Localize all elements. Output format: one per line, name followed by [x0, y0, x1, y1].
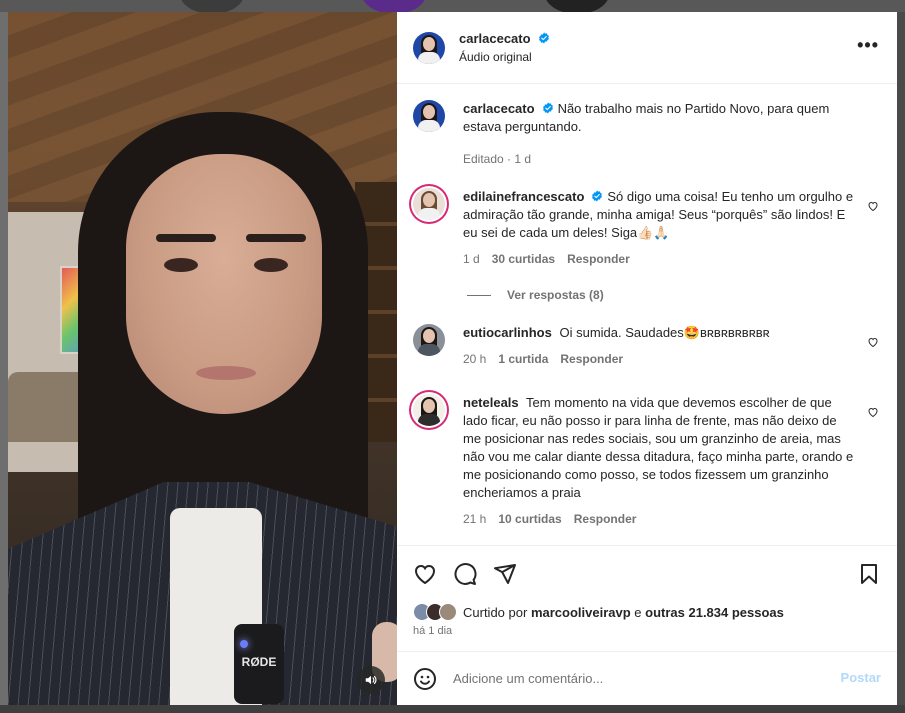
comments-list[interactable]: carlacecato Não trabalho mais no Partido…: [397, 84, 897, 545]
author-avatar[interactable]: [413, 31, 445, 64]
comment-item: eutiocarlinhos Oi sumida. Saudades🤩ʙʀʙʀʙ…: [413, 324, 881, 366]
speaker-icon: [365, 675, 377, 685]
caption: carlacecato Não trabalho mais no Partido…: [413, 100, 881, 166]
mute-button[interactable]: [357, 666, 385, 694]
verified-badge-icon: [542, 102, 553, 114]
post-comment-button[interactable]: Postar: [841, 670, 881, 685]
liked-by-prefix: Curtido por: [463, 604, 528, 620]
video-eye-left: [164, 258, 198, 272]
liked-by-joiner: e: [634, 604, 642, 620]
comment-likes[interactable]: 1 curtida: [498, 352, 548, 366]
reel-video[interactable]: RØDE: [8, 12, 397, 705]
comment-item: neteleals Tem momento na vida que devemo…: [413, 394, 881, 526]
comment-bubble-icon[interactable]: [453, 562, 477, 586]
more-options-button[interactable]: •••: [857, 36, 879, 54]
comment-avatar[interactable]: [413, 394, 445, 426]
liker-avatars: [413, 603, 457, 621]
comment-avatar[interactable]: [413, 188, 445, 220]
video-brow-right: [246, 234, 306, 242]
mic-brand-label: RØDE: [241, 655, 277, 669]
reply-button[interactable]: Responder: [560, 352, 623, 366]
caption-avatar[interactable]: [413, 100, 445, 132]
comment-text: Tem momento na vida que devemos escolher…: [463, 395, 854, 500]
post-side-panel: carlacecato Áudio original ••• carlaceca…: [397, 12, 897, 705]
verified-badge-icon: [592, 190, 603, 202]
comment-text: Oi sumida. Saudades🤩ʙʀʙʀʙʀʙʀʙʀ: [559, 325, 770, 340]
comment-item: edilainefrancescato Só digo uma coisa! E…: [413, 188, 881, 266]
backdrop-bottom: [0, 705, 905, 713]
liked-by-others[interactable]: outras 21.834 pessoas: [645, 605, 784, 620]
post-modal: RØDE carlacecato Áudio original ••• carl…: [8, 12, 897, 705]
share-paper-plane-icon[interactable]: [493, 562, 517, 586]
comment-username[interactable]: neteleals: [463, 395, 519, 410]
caption-username[interactable]: carlacecato: [463, 101, 535, 116]
liked-by-user[interactable]: marcooliveiravp: [531, 605, 631, 620]
like-comment-heart-icon[interactable]: [867, 200, 879, 212]
reply-button[interactable]: Responder: [574, 512, 637, 526]
comment-avatar[interactable]: [413, 324, 445, 356]
comment-likes[interactable]: 10 curtidas: [498, 512, 561, 526]
view-replies-label: Ver respostas (8): [507, 288, 604, 302]
post-header: carlacecato Áudio original •••: [397, 12, 897, 84]
post-time[interactable]: há 1 dia: [397, 623, 897, 643]
liker-avatar: [439, 603, 457, 621]
view-replies-button[interactable]: Ver respostas (8): [467, 288, 881, 302]
comment-time[interactable]: 20 h: [463, 352, 486, 366]
verified-badge-icon: [539, 32, 549, 43]
comment-username[interactable]: eutiocarlinhos: [463, 325, 552, 340]
audio-label[interactable]: Áudio original: [459, 48, 550, 66]
comment-time[interactable]: 1 d: [463, 252, 480, 266]
comment-time[interactable]: 21 h: [463, 512, 486, 526]
post-actions: [397, 545, 897, 601]
video-mic-led: [240, 640, 248, 648]
caption-meta: Editado · 1 d: [463, 152, 532, 166]
add-comment-bar: Postar: [397, 651, 897, 705]
like-comment-heart-icon[interactable]: [867, 406, 879, 418]
likes-summary[interactable]: Curtido por marcooliveiravp e outras 21.…: [397, 601, 897, 623]
like-comment-heart-icon[interactable]: [867, 336, 879, 348]
emoji-smiley-icon[interactable]: [413, 667, 437, 691]
reply-button[interactable]: Responder: [567, 252, 630, 266]
like-heart-icon[interactable]: [413, 562, 437, 586]
video-brow-left: [156, 234, 216, 242]
save-bookmark-icon[interactable]: [857, 562, 881, 586]
backdrop-top: [0, 0, 905, 12]
comment-input[interactable]: [453, 671, 813, 686]
backdrop-right: [897, 12, 905, 713]
author-username[interactable]: carlacecato: [459, 31, 531, 46]
comment-likes[interactable]: 30 curtidas: [492, 252, 555, 266]
comment-username[interactable]: edilainefrancescato: [463, 189, 584, 204]
video-eye-right: [254, 258, 288, 272]
video-lips: [196, 366, 256, 380]
replies-divider: [467, 294, 491, 296]
